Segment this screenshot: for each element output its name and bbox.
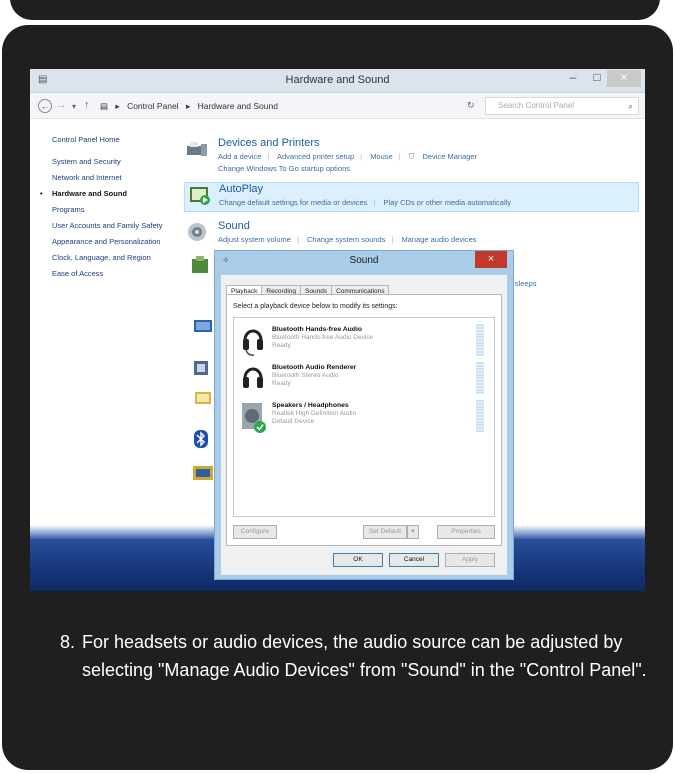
device-manager-link[interactable]: Device Manager [422, 152, 477, 161]
step-number: 8. [60, 632, 76, 652]
sidebar-item-system-security[interactable]: System and Security [52, 157, 180, 166]
recent-locations-icon[interactable]: ▾ [72, 102, 76, 111]
list-item[interactable]: Bluetooth Audio Renderer Bluetooth Stere… [238, 362, 490, 398]
sidebar-item-ease-of-access[interactable]: Ease of Access [52, 269, 180, 278]
device-desc: Bluetooth Hands-free Audio Device [272, 334, 374, 341]
display-icon [194, 320, 212, 332]
manage-audio-devices-link[interactable]: Manage audio devices [401, 235, 476, 244]
close-button[interactable]: × [607, 70, 641, 87]
caption: 8. For headsets or audio devices, the au… [60, 628, 650, 684]
speaker-icon [242, 403, 266, 433]
sound-dialog-title: Sound [349, 255, 379, 266]
sidebar-item-appearance[interactable]: Appearance and Personalization [52, 237, 180, 246]
playback-panel: Select a playback device below to modify… [226, 294, 502, 546]
sound-dialog-close-button[interactable]: × [475, 251, 507, 268]
properties-button[interactable]: Properties [437, 525, 495, 539]
back-icon[interactable]: ← [38, 99, 52, 113]
devices-printers-title[interactable]: Devices and Printers [218, 137, 320, 149]
up-icon[interactable]: ↑ [84, 99, 90, 111]
address-bar: ← → ▾ ↑ ▤ ▸ Control Panel ▸ Hardware and… [30, 93, 645, 119]
level-meter [476, 400, 484, 432]
minimize-button[interactable]: – [561, 70, 585, 87]
device-status: Ready [272, 342, 291, 349]
category-devices-printers: Devices and Printers Add a device | Advan… [186, 137, 641, 177]
device-name: Speakers / Headphones [272, 402, 349, 409]
search-input[interactable]: Search Control Panel ⌕ [485, 97, 639, 115]
forward-icon[interactable]: → [56, 99, 67, 111]
sidebar-item-user-accounts[interactable]: User Accounts and Family Safety [52, 221, 180, 230]
sidebar-item-clock-language[interactable]: Clock, Language, and Region [52, 253, 180, 262]
windows-mobility-icon [194, 361, 208, 375]
device-status: Default Device [272, 418, 315, 425]
headset-icon [243, 367, 263, 388]
sidebar-item-programs[interactable]: Programs [52, 205, 180, 214]
add-device-link[interactable]: Add a device [218, 152, 261, 161]
category-autoplay: AutoPlay Change default settings for med… [184, 182, 639, 212]
mouse-link[interactable]: Mouse [370, 152, 393, 161]
sound-dialog-body: Playback Recording Sounds Communications Se… [221, 275, 507, 575]
device-desc: Realtek High Definition Audio [272, 410, 357, 417]
sidebar-item-home[interactable]: Control Panel Home [52, 135, 180, 144]
breadcrumb-location-icon: ▤ [100, 101, 109, 111]
device-name: Bluetooth Audio Renderer [272, 364, 357, 371]
autoplay-title[interactable]: AutoPlay [219, 183, 263, 195]
breadcrumb-control-panel[interactable]: Control Panel [127, 101, 179, 111]
sidebar-item-hardware-sound: Hardware and Sound [40, 189, 180, 198]
advanced-printer-setup-link[interactable]: Advanced printer setup [277, 152, 354, 161]
refresh-icon[interactable]: ↻ [467, 100, 475, 111]
play-cds-link[interactable]: Play CDs or other media automatically [383, 198, 511, 207]
windows-to-go-link[interactable]: Change Windows To Go startup options [218, 164, 350, 173]
sound-title[interactable]: Sound [218, 220, 250, 232]
level-meter [476, 324, 484, 356]
set-default-dropdown[interactable]: ▾ [407, 525, 419, 539]
list-item[interactable]: Speakers / Headphones Realtek High Defin… [238, 400, 490, 436]
category-sound: Sound Adjust system volume | Change syste… [186, 220, 641, 250]
sound-links: Adjust system volume | Change system soun… [218, 235, 477, 244]
list-item[interactable]: Bluetooth Hands-free Audio Bluetooth Han… [238, 324, 490, 360]
window-titlebar: ▤ Hardware and Sound – □ × [30, 69, 645, 93]
adjust-system-volume-link[interactable]: Adjust system volume [218, 235, 291, 244]
autoplay-icon [190, 187, 210, 205]
sidebar-item-network[interactable]: Network and Internet [52, 173, 180, 182]
level-meter [476, 362, 484, 394]
sound-dialog: ✧ Sound × Playback Recording Sounds Communi… [214, 250, 514, 580]
ok-button[interactable]: OK [333, 553, 383, 567]
location-settings-icon [195, 392, 211, 404]
apply-button[interactable]: Apply [445, 553, 495, 567]
window-title: Hardware and Sound [285, 74, 390, 86]
device-name: Bluetooth Hands-free Audio [272, 326, 362, 333]
playback-instruction: Select a playback device below to modify… [233, 303, 398, 310]
set-default-button[interactable]: Set Default [363, 525, 407, 539]
devices-links-2: Change Windows To Go startup options [218, 164, 356, 173]
power-options-icon [192, 256, 208, 273]
bluetooth-icon [194, 430, 208, 448]
breadcrumb-sep: ▸ [115, 101, 120, 111]
sound-tabs: Playback Recording Sounds Communications [226, 280, 390, 297]
category-power-partial: ter sleeps [502, 276, 602, 288]
breadcrumb-sep: ▸ [185, 101, 191, 111]
screenshot: ▤ Hardware and Sound – □ × ← → ▾ ↑ ▤ ▸ C… [30, 69, 645, 591]
shield-icon: ⛉ [408, 152, 415, 161]
breadcrumb-hardware-and-sound[interactable]: Hardware and Sound [198, 101, 278, 111]
autoplay-links: Change default settings for media or dev… [219, 198, 512, 207]
device-desc: Bluetooth Stereo Audio [272, 372, 339, 379]
breadcrumb[interactable]: ▤ ▸ Control Panel ▸ Hardware and Sound [100, 97, 470, 115]
search-placeholder: Search Control Panel [498, 101, 575, 110]
sidebar: Control Panel Home System and Security N… [30, 119, 180, 539]
device-status: Ready [272, 380, 291, 387]
search-icon[interactable]: ⌕ [628, 98, 633, 114]
devices-links: Add a device | Advanced printer setup | Mo… [218, 152, 478, 161]
change-default-settings-link[interactable]: Change default settings for media or dev… [219, 198, 367, 207]
configure-button[interactable]: Configure [233, 525, 277, 539]
playback-device-list: Bluetooth Hands-free Audio Bluetooth Han… [233, 317, 495, 517]
change-system-sounds-link[interactable]: Change system sounds [307, 235, 385, 244]
cancel-button[interactable]: Cancel [389, 553, 439, 567]
caption-text: For headsets or audio devices, the audio… [82, 632, 647, 680]
slide-top-frame [10, 0, 660, 20]
speaker-icon [188, 223, 206, 241]
maximize-button[interactable]: □ [585, 70, 609, 87]
dell-audio-icon [193, 466, 213, 480]
printer-icon [187, 142, 207, 156]
headset-icon [243, 329, 263, 356]
